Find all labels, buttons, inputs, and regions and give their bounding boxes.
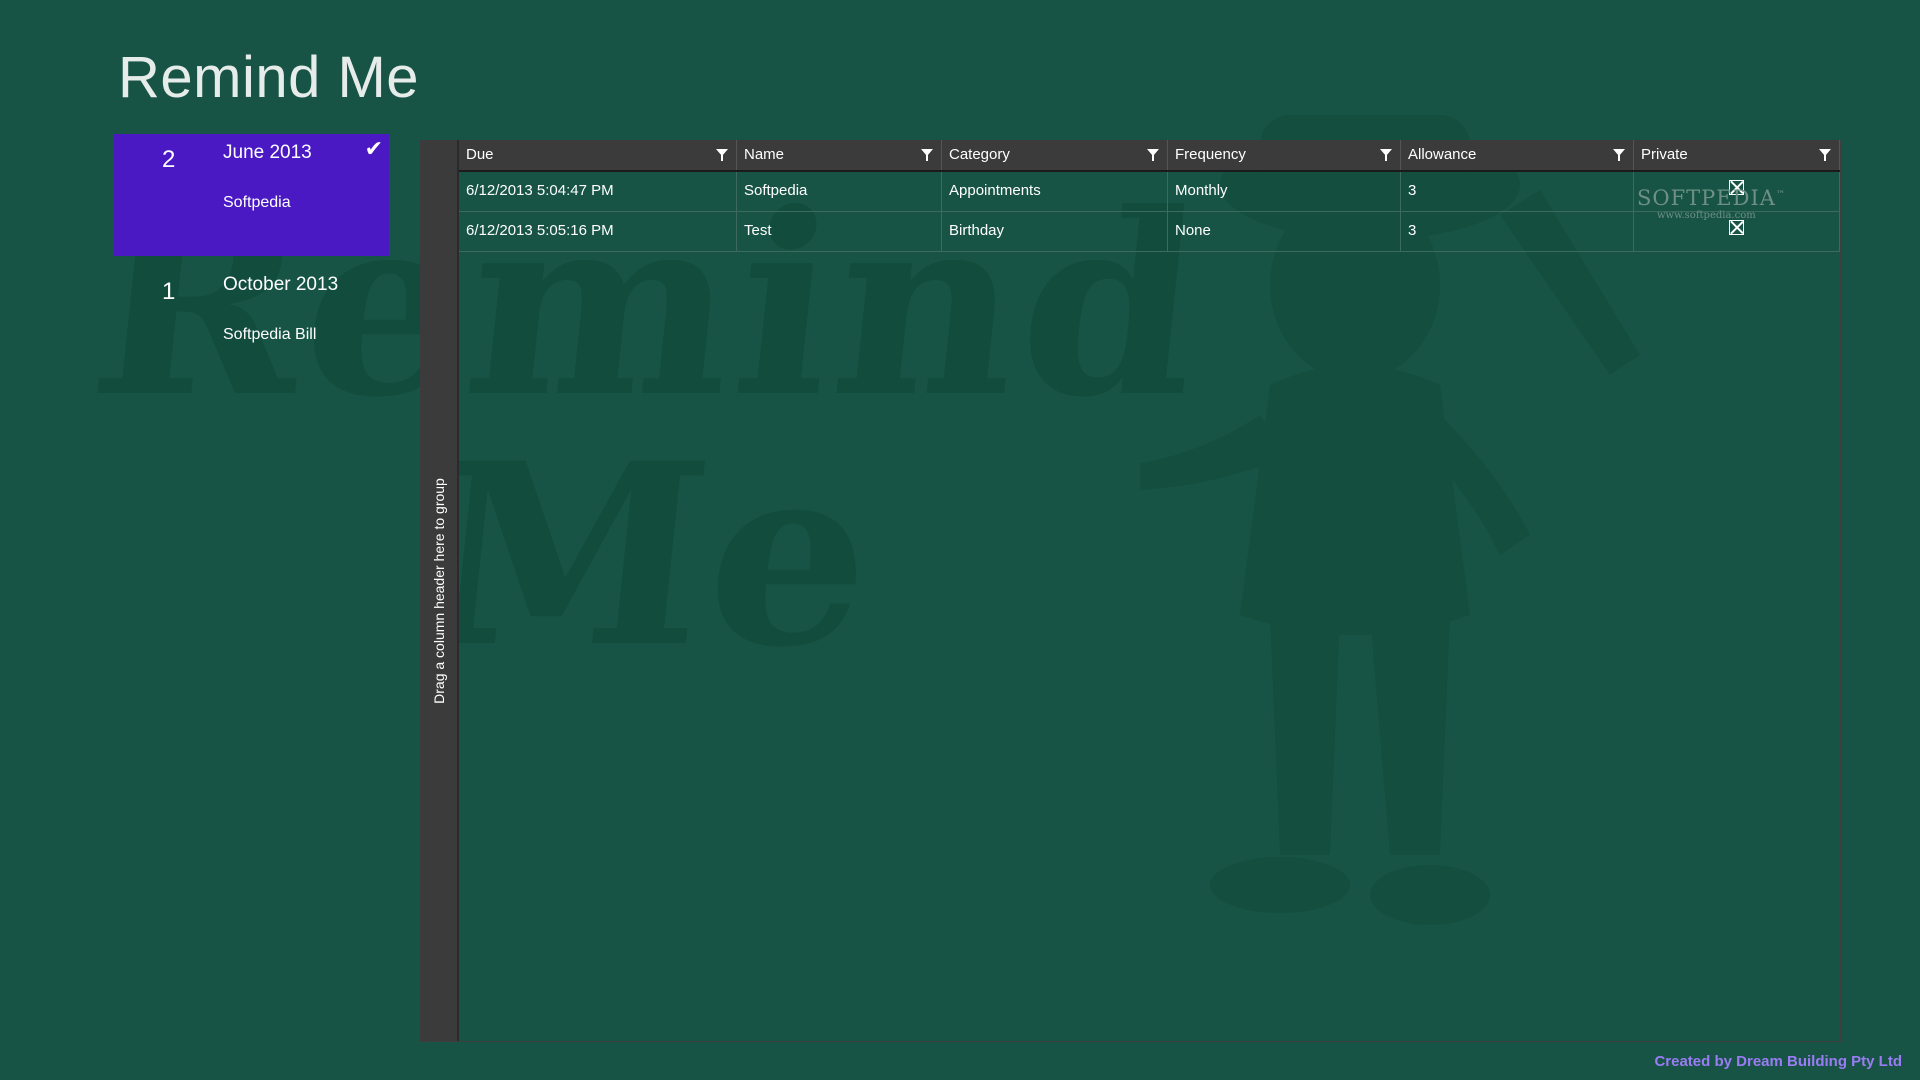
cell-category: Appointments bbox=[942, 172, 1168, 211]
column-header-private[interactable]: Private bbox=[1634, 140, 1840, 170]
group-item-june-2013[interactable]: 2 June 2013 Softpedia ✔ bbox=[114, 134, 389, 256]
cell-frequency: Monthly bbox=[1168, 172, 1401, 211]
group-item-october-2013[interactable]: 1 October 2013 Softpedia Bill bbox=[114, 266, 389, 388]
column-header-label: Frequency bbox=[1175, 146, 1246, 163]
softpedia-watermark: SOFTPEDIA™ www.softpedia.com bbox=[1637, 186, 1786, 221]
watermark-tm: ™ bbox=[1775, 190, 1786, 200]
cell-category: Birthday bbox=[942, 212, 1168, 251]
cell-allowance: 3 bbox=[1401, 172, 1634, 211]
private-checkbox[interactable] bbox=[1729, 220, 1744, 235]
column-header-label: Name bbox=[744, 146, 785, 163]
app-window: Remind Me Remind Me 2 June 2013 Softpedi… bbox=[0, 0, 1920, 1080]
cell-due: 6/12/2013 5:04:47 PM bbox=[459, 172, 737, 211]
group-reminder-name: Softpedia bbox=[223, 194, 291, 211]
watermark-text: SOFTPEDIA bbox=[1637, 186, 1776, 210]
column-header-category[interactable]: Category bbox=[942, 140, 1168, 170]
reminders-grid: Drag a column header here to group Due N… bbox=[420, 140, 1841, 1042]
reminder-group-list: 2 June 2013 Softpedia ✔ 1 October 2013 S… bbox=[114, 134, 389, 398]
filter-icon[interactable] bbox=[1147, 149, 1159, 161]
column-header-label: Private bbox=[1641, 146, 1688, 163]
cell-due: 6/12/2013 5:05:16 PM bbox=[459, 212, 737, 251]
group-count: 1 bbox=[162, 278, 176, 305]
checkmark-icon: ✔ bbox=[364, 136, 383, 161]
grid-header-row: Due Name Category Frequency Allowance Pr… bbox=[459, 140, 1840, 172]
filter-icon[interactable] bbox=[1819, 149, 1831, 161]
column-header-label: Due bbox=[466, 146, 494, 163]
group-count: 2 bbox=[162, 146, 176, 173]
column-header-frequency[interactable]: Frequency bbox=[1168, 140, 1401, 170]
app-title: Remind Me bbox=[118, 45, 420, 110]
group-panel-hint: Drag a column header here to group bbox=[430, 477, 447, 704]
column-header-allowance[interactable]: Allowance bbox=[1401, 140, 1634, 170]
filter-icon[interactable] bbox=[716, 149, 728, 161]
column-header-name[interactable]: Name bbox=[737, 140, 942, 170]
filter-icon[interactable] bbox=[1380, 149, 1392, 161]
footer-credit: Created by Dream Building Pty Ltd bbox=[1654, 1053, 1902, 1070]
group-month: October 2013 bbox=[223, 274, 339, 295]
cell-allowance: 3 bbox=[1401, 212, 1634, 251]
watermark-url: www.softpedia.com bbox=[1657, 210, 1756, 221]
cell-name: Test bbox=[737, 212, 942, 251]
table-row[interactable]: 6/12/2013 5:04:47 PM Softpedia Appointme… bbox=[459, 172, 1840, 212]
column-header-label: Allowance bbox=[1408, 146, 1477, 163]
group-by-drop-panel[interactable]: Drag a column header here to group bbox=[420, 140, 459, 1041]
column-header-due[interactable]: Due bbox=[459, 140, 737, 170]
data-grid: Due Name Category Frequency Allowance Pr… bbox=[459, 140, 1840, 252]
group-reminder-name: Softpedia Bill bbox=[223, 326, 317, 343]
table-row[interactable]: 6/12/2013 5:05:16 PM Test Birthday None … bbox=[459, 212, 1840, 252]
cell-name: Softpedia bbox=[737, 172, 942, 211]
column-header-label: Category bbox=[949, 146, 1010, 163]
filter-icon[interactable] bbox=[921, 149, 933, 161]
cell-frequency: None bbox=[1168, 212, 1401, 251]
group-month: June 2013 bbox=[223, 142, 312, 163]
filter-icon[interactable] bbox=[1613, 149, 1625, 161]
